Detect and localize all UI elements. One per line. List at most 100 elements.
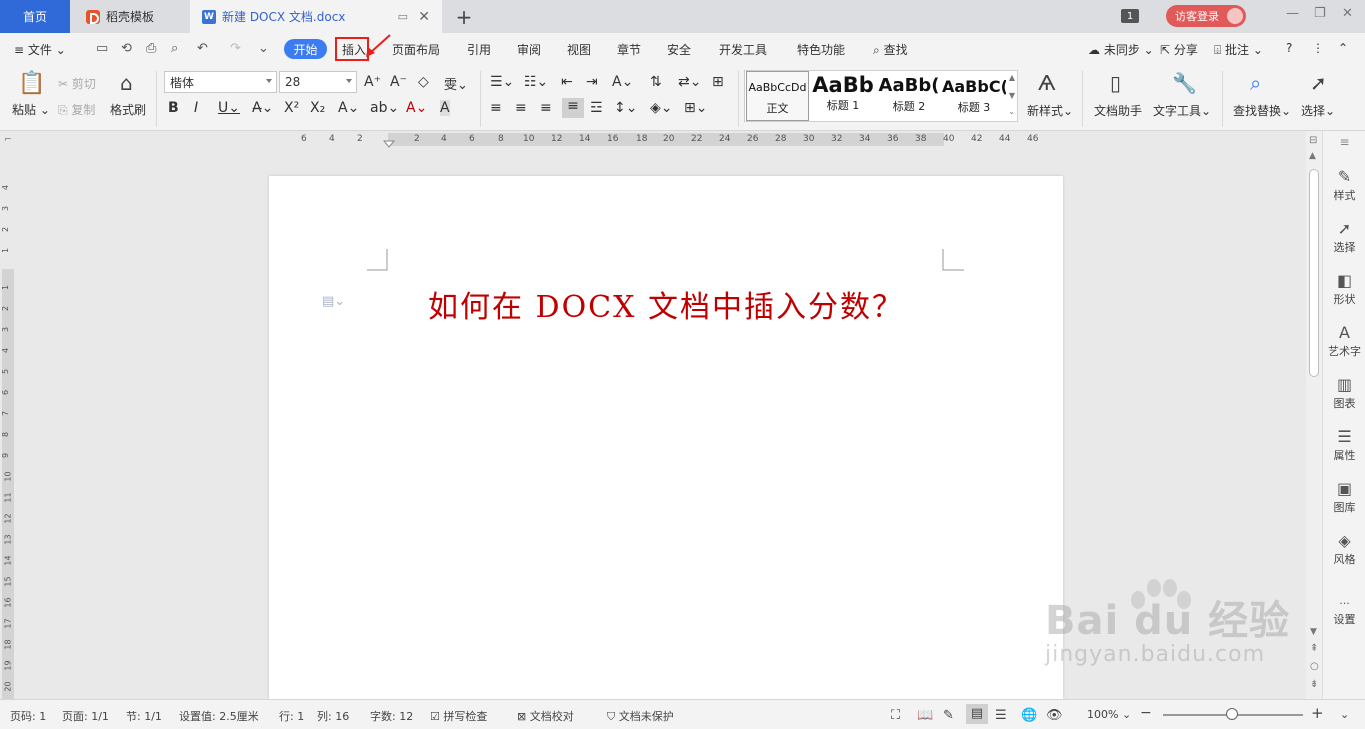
protect-button[interactable]: ⛉ 文档未保护: [607, 708, 674, 724]
sidebar-item-properties[interactable]: ☰ 属性: [1323, 427, 1365, 463]
style-heading-1[interactable]: AaBb 标题 1: [811, 71, 875, 121]
tab-chapter[interactable]: 章节: [617, 41, 641, 58]
new-style-button[interactable]: 新样式⌄: [1027, 102, 1073, 119]
status-pages[interactable]: 页面: 1/1: [62, 708, 109, 724]
customize-quick-access-icon[interactable]: ⌄: [258, 41, 269, 56]
status-setting[interactable]: 设置值: 2.5厘米: [179, 708, 259, 724]
save-icon[interactable]: ▭: [96, 41, 108, 56]
tab-special[interactable]: 特色功能: [797, 41, 845, 58]
italic-icon[interactable]: I: [194, 100, 198, 116]
font-name-select[interactable]: 楷体: [164, 71, 277, 93]
file-menu[interactable]: ≡ 文件 ⌄: [14, 41, 66, 58]
close-window-icon[interactable]: ✕: [1342, 6, 1353, 21]
subscript-icon[interactable]: X₂: [310, 100, 325, 116]
align-center-icon[interactable]: ≡: [515, 100, 527, 116]
minimize-icon[interactable]: —: [1286, 6, 1299, 21]
text-tools-button[interactable]: 文字工具⌄: [1153, 102, 1211, 119]
undo-icon[interactable]: ↶: [197, 41, 208, 56]
numbered-list-icon[interactable]: ☷⌄: [524, 74, 548, 90]
select-button[interactable]: 选择⌄: [1301, 102, 1335, 119]
status-section[interactable]: 节: 1/1: [126, 708, 162, 724]
highlight-icon[interactable]: ab⌄: [370, 100, 399, 116]
prev-page-icon[interactable]: ⇞: [1310, 643, 1318, 654]
help-icon[interactable]: ?: [1286, 41, 1292, 55]
tab-start[interactable]: 开始: [284, 39, 327, 59]
shading-icon[interactable]: ◈⌄: [650, 100, 673, 116]
font-color-icon[interactable]: A⌄: [406, 100, 427, 116]
line-spacing-icon[interactable]: ↕⌄: [614, 100, 637, 116]
tab-document[interactable]: W 新建 DOCX 文档.docx ▭ ✕: [190, 0, 442, 33]
status-page[interactable]: 页码: 1: [10, 708, 46, 724]
close-tab-icon[interactable]: ✕: [418, 9, 430, 25]
align-left-icon[interactable]: ≡: [490, 100, 502, 116]
superscript-icon[interactable]: X²: [284, 100, 299, 116]
horizontal-ruler[interactable]: ⌐ 6 4 2 2 4 6 8 10 12 14 16 18 20 22 24 26 28 30 32 34 36 38 4…: [0, 131, 1306, 149]
status-column[interactable]: 列: 16: [317, 708, 349, 724]
sort-icon[interactable]: ⇅: [650, 74, 662, 90]
char-shading-icon[interactable]: A: [440, 100, 450, 116]
zoom-out-icon[interactable]: −: [1140, 705, 1152, 721]
scrollbar-thumb[interactable]: [1309, 169, 1319, 377]
sidebar-item-gallery[interactable]: ▣ 图库: [1323, 479, 1365, 515]
char-size-icon[interactable]: A⌄: [612, 74, 633, 90]
tab-references[interactable]: 引用: [467, 41, 491, 58]
sidebar-item-shape[interactable]: ◧ 形状: [1323, 271, 1365, 307]
text-effect-icon[interactable]: A⌄: [338, 100, 359, 116]
tab-developer[interactable]: 开发工具: [719, 41, 767, 58]
scroll-down-icon[interactable]: ▼: [1310, 627, 1317, 637]
select-browse-object-icon[interactable]: ○: [1310, 661, 1319, 672]
doc-assistant-icon[interactable]: ▯: [1110, 71, 1121, 95]
bold-icon[interactable]: B: [168, 100, 179, 116]
decrease-indent-icon[interactable]: ⇤: [561, 74, 573, 90]
reading-mode-icon[interactable]: 📖: [917, 708, 933, 723]
style-scroll-up-icon[interactable]: ▲: [1009, 73, 1015, 82]
tab-home[interactable]: 首页: [0, 0, 70, 33]
wrench-icon[interactable]: 🔧: [1172, 71, 1197, 95]
format-painter-button[interactable]: 格式刷: [110, 101, 146, 118]
zoom-slider-handle[interactable]: [1226, 708, 1238, 720]
page-view-icon[interactable]: ▤: [966, 704, 988, 724]
document-title[interactable]: 如何在 DOCX 文档中插入分数？: [269, 282, 1063, 326]
sidebar-item-wordart[interactable]: A 艺术字: [1323, 323, 1365, 359]
vertical-ruler[interactable]: 4 3 2 1 1 2 3 4 5 6 7 8 9 10 11 12 13 14 15 16 17 18 19 20: [0, 149, 16, 699]
status-line[interactable]: 行: 1: [279, 708, 304, 724]
zoom-in-icon[interactable]: +: [1311, 704, 1324, 722]
outline-view-icon[interactable]: ☰: [995, 708, 1007, 723]
restore-icon[interactable]: ❐: [1314, 6, 1326, 21]
tab-selector-icon[interactable]: ⌐: [4, 135, 12, 145]
status-word-count[interactable]: 字数: 12: [370, 708, 413, 724]
shrink-font-icon[interactable]: A⁻: [390, 74, 407, 90]
find-button[interactable]: ⌕ 查找: [873, 41, 908, 58]
share-button[interactable]: ⇱ 分享: [1160, 41, 1198, 58]
bullet-list-icon[interactable]: ☰⌄: [490, 74, 514, 90]
distribute-icon[interactable]: ☲: [590, 100, 603, 116]
tab-stop-icon[interactable]: ⇄⌄: [678, 74, 701, 90]
clear-format-icon[interactable]: ◇: [418, 74, 429, 90]
vertical-scrollbar[interactable]: ⊟ ▲ ▼ ⇞ ○ ⇟: [1306, 131, 1322, 699]
print-icon[interactable]: ⎙: [146, 41, 156, 56]
tab-daoke[interactable]: 稻壳模板: [72, 0, 190, 33]
sidebar-menu-icon[interactable]: ≡: [1323, 135, 1365, 149]
indent-marker-icon[interactable]: [382, 131, 396, 149]
sync-button[interactable]: ☁ 未同步 ⌄: [1088, 41, 1154, 58]
paste-icon[interactable]: 📋: [18, 71, 45, 96]
login-button[interactable]: 访客登录: [1166, 5, 1246, 27]
new-tab-button[interactable]: +: [452, 0, 476, 33]
sidebar-item-settings[interactable]: ··· 设置: [1323, 597, 1365, 627]
justify-icon[interactable]: ≡: [562, 98, 584, 118]
style-heading-3[interactable]: AaBbC( 标题 3: [942, 71, 1006, 121]
write-mode-icon[interactable]: ✎: [943, 708, 954, 723]
tab-view[interactable]: 视图: [567, 41, 591, 58]
grow-font-icon[interactable]: A⁺: [364, 74, 381, 90]
spell-check-button[interactable]: ☑ 拼写检查: [430, 708, 487, 724]
select-cursor-icon[interactable]: ➚: [1310, 71, 1327, 95]
paste-button[interactable]: 粘贴 ⌄: [12, 101, 50, 118]
sidebar-item-chart[interactable]: ▥ 图表: [1323, 375, 1365, 411]
doc-assistant-button[interactable]: 文档助手: [1094, 102, 1142, 119]
underline-icon[interactable]: U⌄: [218, 100, 240, 116]
copy-button[interactable]: ⎘ 复制: [58, 101, 95, 118]
style-expand-icon[interactable]: ⌄: [1008, 107, 1015, 116]
split-view-icon[interactable]: ⊟: [1309, 135, 1317, 146]
style-normal[interactable]: AaBbCcDd 正文: [746, 71, 809, 121]
tab-page-layout[interactable]: 页面布局: [392, 41, 440, 58]
